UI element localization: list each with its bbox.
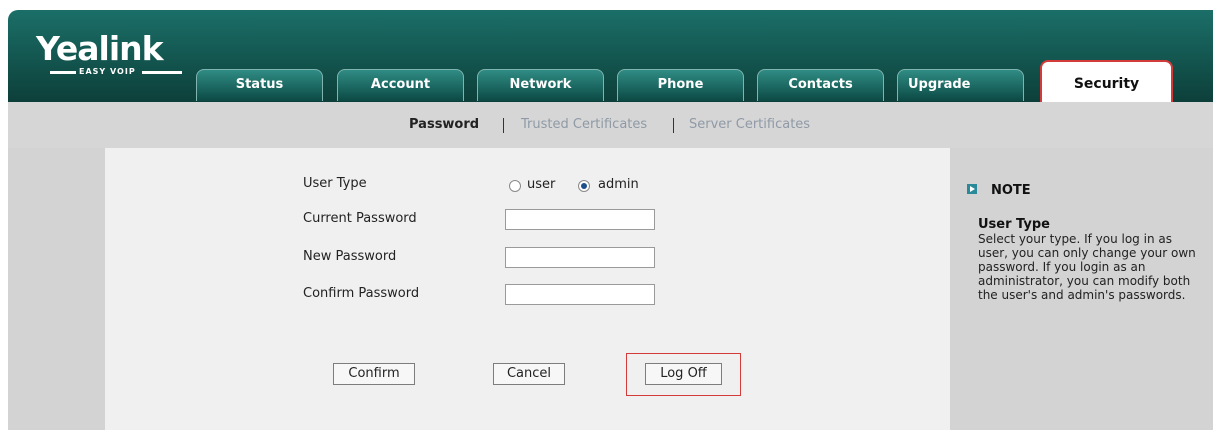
tagline-bar-right: [142, 71, 182, 74]
tab-account[interactable]: Account: [337, 69, 464, 101]
subnav-server-certificates[interactable]: Server Certificates: [689, 102, 810, 148]
user-type-radio-user[interactable]: [509, 180, 521, 192]
subnav-trusted-certificates[interactable]: Trusted Certificates: [521, 102, 647, 148]
header-banner: Yealink EASY VOIP: [8, 10, 1213, 102]
tab-security[interactable]: Security: [1040, 60, 1173, 102]
new-password-field[interactable]: [505, 247, 655, 268]
confirm-password-field[interactable]: [505, 284, 655, 305]
tagline-bar-left: [50, 71, 76, 74]
confirm-password-label: Confirm Password: [303, 286, 420, 301]
logo-tagline: EASY VOIP: [50, 67, 182, 76]
subnav-password[interactable]: Password: [409, 102, 479, 148]
note-subtitle: User Type: [978, 217, 1050, 232]
sub-navigation: Password Trusted Certificates Server Cer…: [8, 102, 1213, 148]
user-type-user-label[interactable]: user: [527, 177, 555, 192]
logo-tagline-text: EASY VOIP: [79, 67, 136, 76]
subnav-divider: [503, 118, 504, 133]
left-margin-panel: [8, 148, 105, 430]
cancel-button[interactable]: Cancel: [493, 363, 565, 385]
current-password-label: Current Password: [303, 211, 417, 226]
tab-status[interactable]: Status: [196, 69, 323, 101]
tab-contacts[interactable]: Contacts: [757, 69, 884, 101]
new-password-label: New Password: [303, 249, 397, 264]
user-type-label: User Type: [303, 176, 367, 191]
note-arrow-icon: [967, 184, 977, 194]
tab-phone[interactable]: Phone: [617, 69, 744, 101]
subnav-divider: [673, 118, 674, 133]
note-description: Select your type. If you log in as user,…: [978, 232, 1196, 302]
current-password-field[interactable]: [505, 209, 655, 230]
tab-upgrade[interactable]: Upgrade: [897, 69, 1024, 101]
user-type-radio-admin[interactable]: [578, 180, 590, 192]
yealink-logo: Yealink: [36, 29, 164, 68]
user-type-admin-label[interactable]: admin: [598, 177, 639, 192]
confirm-button[interactable]: Confirm: [333, 363, 415, 385]
logoff-button[interactable]: Log Off: [645, 363, 722, 385]
tab-network[interactable]: Network: [477, 69, 604, 101]
note-title: NOTE: [991, 183, 1031, 198]
